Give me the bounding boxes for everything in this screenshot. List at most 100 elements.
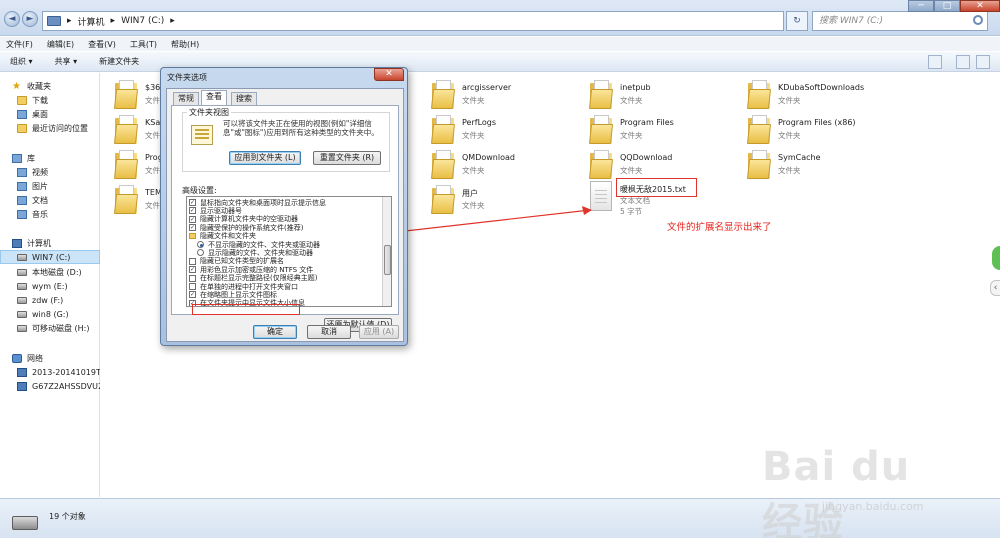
checkbox-checked[interactable]: ✓ (189, 224, 196, 232)
menu-view[interactable]: 查看(V) (88, 39, 116, 50)
new-folder-button[interactable]: 新建文件夹 (99, 56, 139, 67)
file-name: 用户 (462, 189, 478, 198)
folder-icon (746, 114, 772, 144)
sidebar-item-net-host-2[interactable]: G67Z2AHSSDVU2N (0, 379, 100, 393)
sidebar-libraries[interactable]: 库 (0, 151, 100, 165)
tab-search[interactable]: 搜索 (231, 92, 257, 105)
sidebar-label: 最近访问的位置 (32, 123, 88, 133)
preview-pane-icon[interactable] (956, 55, 970, 69)
apply-button[interactable]: 应用 (A) (359, 325, 399, 339)
apply-to-folders-button[interactable]: 应用到文件夹 (L) (229, 151, 301, 165)
sidebar-computer[interactable]: 计算机 (0, 236, 100, 250)
file-item[interactable]: inetpub 文件夹 (588, 77, 750, 111)
file-item[interactable]: KDubaSoftDownloads 文件夹 (746, 77, 908, 111)
tab-general[interactable]: 常规 (173, 92, 199, 105)
advanced-list-scrollbar[interactable] (382, 197, 391, 306)
search-input[interactable]: 搜索 WIN7 (C:) (812, 11, 988, 31)
tab-view[interactable]: 查看 (201, 90, 227, 105)
removable-drive-icon (17, 324, 27, 332)
file-item[interactable]: Program Files 文件夹 (588, 112, 750, 146)
menu-help[interactable]: 帮助(H) (171, 39, 199, 50)
sidebar-item-drive-f[interactable]: zdw (F:) (0, 293, 100, 307)
star-icon: ★ (12, 80, 21, 92)
drive-icon (12, 516, 38, 530)
checkbox-checked[interactable]: ✓ (189, 215, 196, 223)
view-options-icon[interactable] (928, 55, 942, 69)
reset-folders-button[interactable]: 重置文件夹 (R) (313, 151, 381, 165)
checkbox-unchecked[interactable] (189, 274, 196, 282)
sidebar-item-drive-e[interactable]: wym (E:) (0, 279, 100, 293)
file-item[interactable]: Program Files (x86) 文件夹 (746, 112, 908, 146)
checkbox-checked[interactable]: ✓ (189, 266, 196, 274)
sidebar-label: wym (E:) (32, 281, 68, 291)
close-button[interactable]: ✕ (960, 0, 1000, 12)
desktop-icon (17, 109, 27, 119)
minimize-button[interactable]: ─ (908, 0, 934, 12)
back-button[interactable]: ◄ (4, 11, 20, 27)
sidebar-label: 2013-20141019TN (32, 367, 100, 377)
txt-file-highlight-box (616, 178, 697, 197)
refresh-button[interactable]: ↻ (786, 11, 808, 31)
sidebar-item-drive-c[interactable]: WIN7 (C:) (0, 250, 100, 264)
share-button[interactable]: 共享 ▾ (55, 56, 78, 67)
menu-edit[interactable]: 编辑(E) (47, 39, 74, 50)
sidebar-favorites[interactable]: ★ 收藏夹 (0, 79, 100, 93)
extension-option-highlight-box (192, 304, 300, 315)
collapse-button[interactable]: ‹ (990, 280, 1000, 296)
checkbox-checked[interactable]: ✓ (189, 207, 196, 215)
file-item[interactable]: QQDownload 文件夹 (588, 147, 750, 181)
sidebar-label: 网络 (27, 353, 43, 363)
checkbox-unchecked[interactable] (189, 283, 196, 290)
sidebar-item-drive-d[interactable]: 本地磁盘 (D:) (0, 265, 100, 279)
file-item[interactable]: PerfLogs 文件夹 (430, 112, 592, 146)
organize-button[interactable]: 组织 ▾ (10, 56, 33, 67)
file-type: 文件夹 (620, 166, 643, 175)
checkbox-checked[interactable]: ✓ (189, 291, 196, 299)
baidu-jingyan-watermark: Bai du 经验 jingyan.baidu.com (762, 438, 962, 538)
breadcrumb-computer[interactable]: 计算机 (78, 15, 105, 28)
search-placeholder: 搜索 WIN7 (C:) (819, 16, 884, 26)
file-item[interactable]: SymCache 文件夹 (746, 147, 908, 181)
sidebar-item-pictures[interactable]: 图片 (0, 179, 100, 193)
help-icon[interactable] (976, 55, 990, 69)
radio-selected[interactable] (197, 241, 204, 248)
breadcrumb-drive[interactable]: WIN7 (C:) (121, 16, 164, 26)
file-item[interactable]: QMDownload 文件夹 (430, 147, 592, 181)
sidebar-item-desktop[interactable]: 桌面 (0, 107, 100, 121)
scrollbar-thumb[interactable] (384, 245, 391, 275)
file-type: 文件夹 (778, 131, 801, 140)
sidebar-network[interactable]: 网络 (0, 351, 100, 365)
folder-icon (113, 79, 139, 109)
network-computer-icon (17, 381, 27, 391)
sidebar-item-net-host-1[interactable]: 2013-20141019TN (0, 365, 100, 379)
address-path[interactable]: ▸ 计算机 ▸ WIN7 (C:) ▸ (42, 11, 784, 31)
dialog-close-button[interactable]: ✕ (374, 68, 404, 81)
sidebar-item-music[interactable]: 音乐 (0, 207, 100, 221)
sidebar-item-videos[interactable]: 视频 (0, 165, 100, 179)
forward-button[interactable]: ► (22, 11, 38, 27)
checkbox-unchecked[interactable] (189, 257, 196, 265)
side-widget-tab[interactable] (992, 246, 1000, 270)
file-item[interactable]: 用户 文件夹 (430, 182, 592, 216)
folder-icon (746, 79, 772, 109)
maximize-button[interactable]: □ (934, 0, 960, 12)
menu-file[interactable]: 文件(F) (6, 39, 33, 50)
advanced-settings-label: 高级设置: (182, 186, 217, 195)
sidebar-label: win8 (G:) (32, 309, 69, 319)
menu-tools[interactable]: 工具(T) (130, 39, 157, 50)
file-type: 文件夹 (462, 201, 485, 210)
cancel-button[interactable]: 取消 (307, 325, 351, 339)
file-type: 文件夹 (778, 166, 801, 175)
sidebar-item-documents[interactable]: 文档 (0, 193, 100, 207)
sidebar-item-downloads[interactable]: 下载 (0, 93, 100, 107)
ok-button[interactable]: 确定 (253, 325, 297, 339)
sidebar-item-drive-g[interactable]: win8 (G:) (0, 307, 100, 321)
file-item[interactable]: arcgisserver 文件夹 (430, 77, 592, 111)
sidebar-item-drive-h[interactable]: 可移动磁盘 (H:) (0, 321, 100, 335)
sidebar-item-recent[interactable]: 最近访问的位置 (0, 121, 100, 135)
search-icon (973, 15, 983, 25)
folder-icon (430, 114, 456, 144)
sidebar-label: 下载 (32, 95, 48, 105)
checkbox-checked[interactable]: ✓ (189, 199, 196, 206)
command-bar: 组织 ▾ 共享 ▾ 新建文件夹 (0, 52, 1000, 72)
